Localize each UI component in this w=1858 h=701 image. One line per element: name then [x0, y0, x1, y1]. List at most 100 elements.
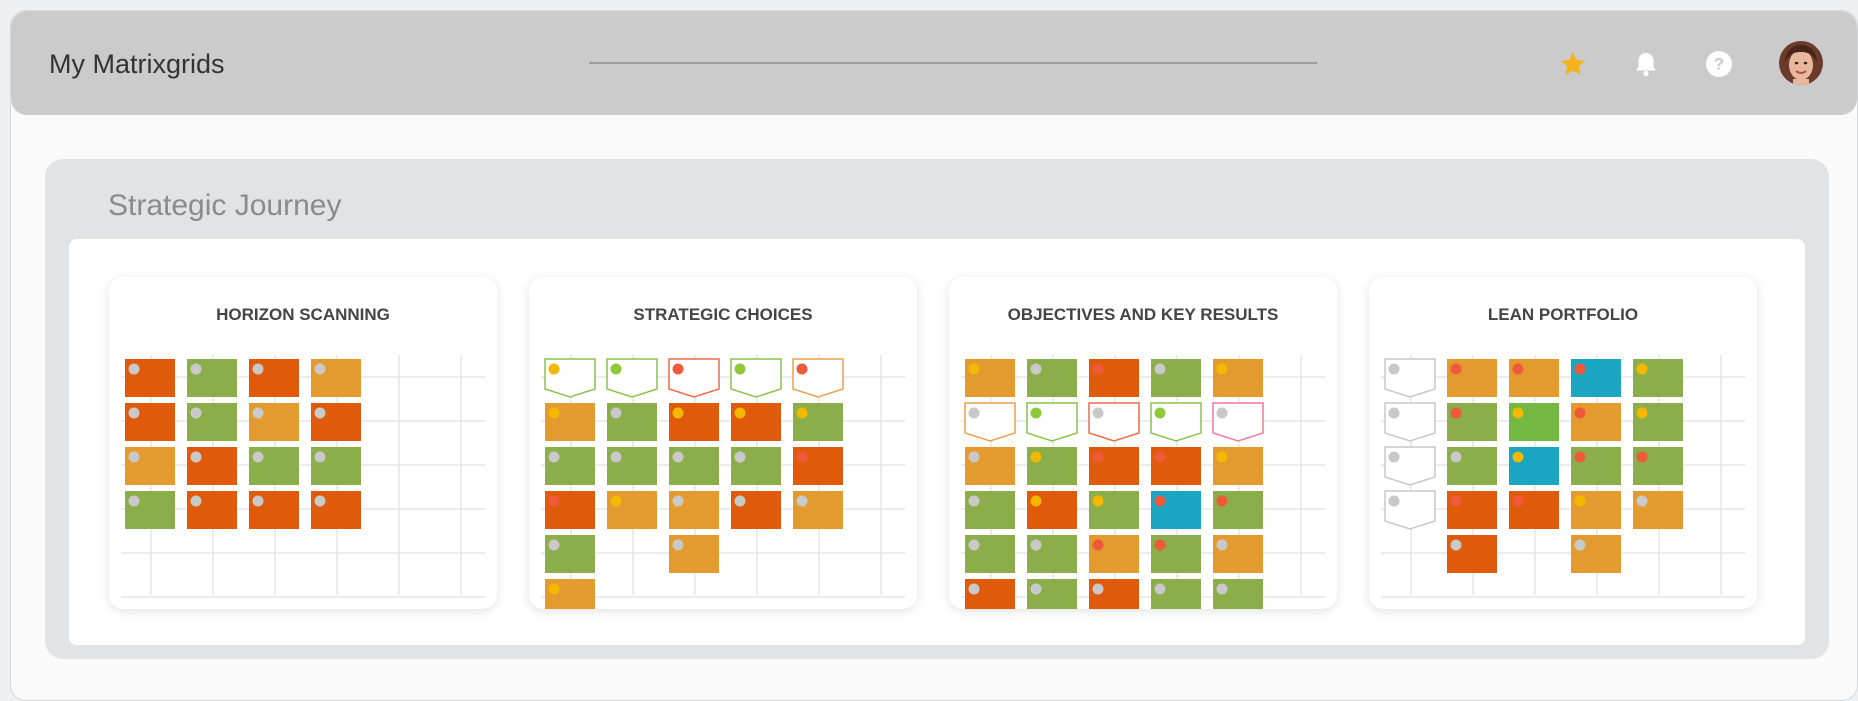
matrix-tile: [669, 535, 719, 573]
matrix-tile: [965, 579, 1015, 609]
matrix-tile: [1509, 491, 1559, 529]
matrix-tile: [1151, 359, 1201, 397]
matrix-tile: [249, 359, 299, 397]
matrix-tile: [793, 491, 843, 529]
matrix-tile: [1027, 535, 1077, 573]
matrix-tile: [1384, 446, 1436, 486]
matrix-tile: [249, 447, 299, 485]
star-icon[interactable]: [1558, 49, 1588, 79]
matrixgrid-card-horizon-scanning[interactable]: HORIZON SCANNING: [109, 277, 497, 609]
matrix-tile: [1571, 403, 1621, 441]
matrix-tile: [311, 447, 361, 485]
matrix-tile: [1089, 535, 1139, 573]
matrixgrid-card-objectives-and-key-results[interactable]: OBJECTIVES AND KEY RESULTS: [949, 277, 1337, 609]
matrix-tile: [187, 403, 237, 441]
matrix-tile: [1571, 359, 1621, 397]
matrix-tile: [1447, 403, 1497, 441]
matrix-tile: [1384, 358, 1436, 398]
matrix-tile: [125, 403, 175, 441]
app-window: My Matrixgrids ? Strategic Journey HORIZ…: [10, 10, 1858, 701]
matrixgrid-preview: [1381, 355, 1745, 598]
matrixgrid-preview: [541, 355, 905, 609]
matrix-tile: [793, 447, 843, 485]
matrix-tile: [1213, 535, 1263, 573]
matrix-tile: [965, 447, 1015, 485]
matrix-tile: [965, 359, 1015, 397]
card-title: LEAN PORTFOLIO: [1487, 305, 1639, 324]
matrix-tile: [731, 447, 781, 485]
matrix-tile: [1447, 447, 1497, 485]
matrix-tile: [545, 403, 595, 441]
matrix-tile: [1633, 403, 1683, 441]
matrix-tile: [731, 491, 781, 529]
matrix-tile: [1633, 359, 1683, 397]
matrix-tile: [731, 403, 781, 441]
matrix-tile: [1633, 491, 1683, 529]
matrix-tile: [125, 447, 175, 485]
matrix-tile: [1213, 359, 1263, 397]
matrix-tile: [1151, 447, 1201, 485]
matrix-tile: [1212, 402, 1264, 442]
matrix-tile: [668, 358, 720, 398]
help-icon[interactable]: ?: [1704, 49, 1734, 79]
matrix-tile: [1571, 491, 1621, 529]
matrix-tile: [249, 403, 299, 441]
header-divider: [589, 62, 1317, 64]
matrix-tile: [1447, 359, 1497, 397]
matrix-tile: [1447, 491, 1497, 529]
matrix-tile: [1384, 402, 1436, 442]
matrixgrid-card-lean-portfolio[interactable]: LEAN PORTFOLIO: [1369, 277, 1757, 609]
top-bar: My Matrixgrids ?: [11, 11, 1857, 115]
matrix-tile: [187, 491, 237, 529]
matrix-tile: [1151, 535, 1201, 573]
matrixgrid-preview: [961, 355, 1325, 609]
matrix-tile: [607, 403, 657, 441]
matrix-tile: [1633, 447, 1683, 485]
matrix-tile: [1384, 490, 1436, 530]
matrix-tile: [311, 359, 361, 397]
matrix-tile: [1447, 535, 1497, 573]
matrix-tile: [607, 491, 657, 529]
matrix-tile: [545, 491, 595, 529]
matrix-tile: [1213, 491, 1263, 529]
matrixgrid-preview: [121, 355, 485, 598]
matrix-tile: [311, 403, 361, 441]
bell-icon[interactable]: [1631, 49, 1661, 79]
matrix-tile: [1571, 447, 1621, 485]
matrix-tile: [1151, 491, 1201, 529]
matrixgrid-card-strategic-choices[interactable]: STRATEGIC CHOICES: [529, 277, 917, 609]
matrix-tile: [1150, 402, 1202, 442]
matrix-tile: [1027, 579, 1077, 609]
matrix-tile: [1027, 491, 1077, 529]
matrix-tile: [1088, 402, 1140, 442]
page-title: My Matrixgrids: [49, 49, 225, 79]
matrix-tile: [1089, 491, 1139, 529]
matrix-tile: [1027, 359, 1077, 397]
panel-title: Strategic Journey: [108, 189, 342, 222]
card-title: STRATEGIC CHOICES: [633, 305, 813, 324]
matrix-tile: [965, 535, 1015, 573]
matrix-tile: [545, 535, 595, 573]
user-avatar[interactable]: [1779, 41, 1823, 85]
matrix-tile: [1089, 579, 1139, 609]
matrix-tile: [125, 359, 175, 397]
matrix-tile: [311, 491, 361, 529]
matrix-tile: [1213, 447, 1263, 485]
matrix-tile: [187, 359, 237, 397]
matrix-tile: [965, 491, 1015, 529]
matrix-tile: [1089, 447, 1139, 485]
matrix-tile: [187, 447, 237, 485]
card-title: OBJECTIVES AND KEY RESULTS: [1007, 305, 1279, 324]
matrix-tile: [1509, 359, 1559, 397]
matrix-tile: [730, 358, 782, 398]
matrix-tile: [607, 447, 657, 485]
matrix-tile: [669, 403, 719, 441]
matrix-tile: [1509, 403, 1559, 441]
matrix-tile: [544, 358, 596, 398]
matrix-tile: [606, 358, 658, 398]
matrix-tile: [793, 403, 843, 441]
card-title: HORIZON SCANNING: [216, 305, 390, 324]
svg-text:?: ?: [1714, 55, 1724, 74]
matrix-tile: [1509, 447, 1559, 485]
matrix-tile: [1571, 535, 1621, 573]
